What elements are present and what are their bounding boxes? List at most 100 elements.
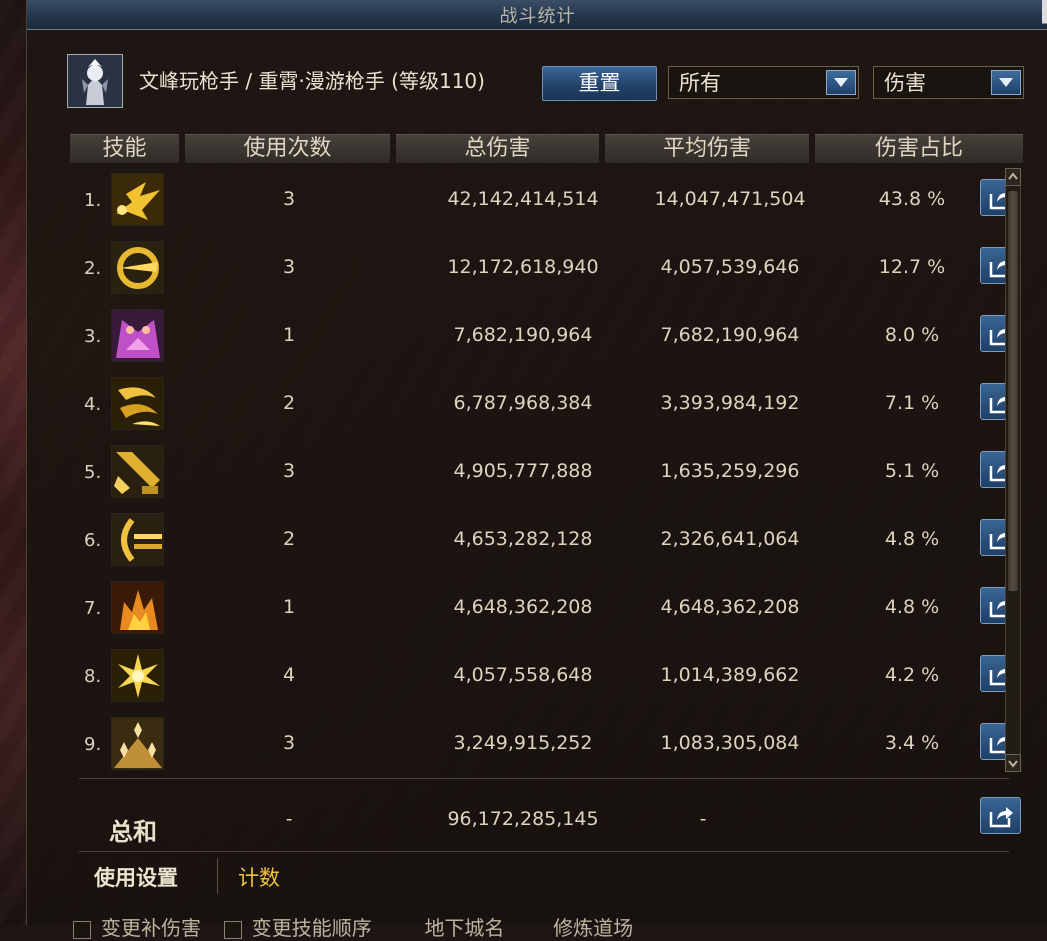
tab-use-settings[interactable]: 使用设置 bbox=[94, 862, 178, 892]
option-label[interactable]: 变更补伤害 bbox=[101, 916, 201, 940]
damage-share: 4.8 % bbox=[884, 528, 940, 550]
damage-share: 12.7 % bbox=[878, 256, 946, 278]
use-count: 1 bbox=[282, 596, 296, 618]
damage-share: 8.0 % bbox=[884, 324, 940, 346]
table-row: 6. 2 4,653,282,128 2,326,641,064 4.8 % bbox=[70, 506, 1021, 574]
reset-button[interactable]: 重置 bbox=[542, 66, 657, 101]
character-avatar bbox=[67, 54, 123, 108]
skill-burst-icon bbox=[111, 173, 164, 226]
average-damage: 4,648,362,208 bbox=[660, 596, 800, 618]
tab-separator bbox=[217, 858, 218, 894]
skill-whirl-icon bbox=[111, 377, 164, 430]
total-damage: 4,057,558,648 bbox=[453, 664, 593, 686]
skill-mine-icon bbox=[111, 717, 164, 770]
title-bar[interactable]: 战斗统计 ▐ bbox=[27, 0, 1047, 30]
option-label[interactable]: 修炼道场 bbox=[553, 916, 633, 940]
summary-share-button[interactable] bbox=[980, 797, 1021, 834]
table-row: 2. 3 12,172,618,940 4,057,539,646 12.7 % bbox=[70, 234, 1021, 302]
skill-list: 1. 3 42,142,414,514 14,047,471,504 43.8 … bbox=[70, 166, 1021, 778]
skill-flash-icon bbox=[111, 649, 164, 702]
divider bbox=[79, 851, 1009, 852]
average-damage: 14,047,471,504 bbox=[654, 188, 806, 210]
summary-count: - bbox=[285, 808, 293, 830]
option-checkbox[interactable] bbox=[223, 920, 242, 939]
table-row: 8. 4 4,057,558,648 1,014,389,662 4.2 % bbox=[70, 642, 1021, 710]
damage-share: 43.8 % bbox=[878, 188, 946, 210]
row-rank: 4. bbox=[84, 394, 102, 415]
chevron-down-icon[interactable] bbox=[826, 70, 856, 95]
option-label[interactable]: 变更技能顺序 bbox=[252, 916, 372, 940]
scroll-down-button[interactable] bbox=[1005, 754, 1021, 772]
share-icon bbox=[989, 807, 1013, 828]
bottom-options: 变更补伤害 变更技能顺序 地下城名 修炼道场 bbox=[73, 912, 633, 941]
table-row: 7. 1 4,648,362,208 4,648,362,208 4.8 % bbox=[70, 574, 1021, 642]
total-damage: 3,249,915,252 bbox=[453, 732, 593, 754]
scroll-thumb[interactable] bbox=[1008, 191, 1018, 591]
table-row: 4. 2 6,787,968,384 3,393,984,192 7.1 % bbox=[70, 370, 1021, 438]
metric-select-value: 伤害 bbox=[884, 71, 926, 95]
column-header-share[interactable]: 伤害占比 bbox=[815, 134, 1023, 163]
use-count: 3 bbox=[282, 460, 296, 482]
row-rank: 6. bbox=[84, 530, 102, 551]
column-header-skill[interactable]: 技能 bbox=[70, 134, 179, 163]
total-damage: 42,142,414,514 bbox=[447, 188, 599, 210]
filter-select[interactable]: 所有 bbox=[668, 66, 859, 99]
skill-spin-icon bbox=[111, 241, 164, 294]
scroll-up-button[interactable] bbox=[1005, 168, 1021, 186]
use-count: 2 bbox=[282, 392, 296, 414]
row-rank: 3. bbox=[84, 326, 102, 347]
table-row: 9. 3 3,249,915,252 1,083,305,084 3.4 % bbox=[70, 710, 1021, 778]
total-damage: 4,905,777,888 bbox=[453, 460, 593, 482]
total-damage: 4,653,282,128 bbox=[453, 528, 593, 550]
average-damage: 4,057,539,646 bbox=[660, 256, 800, 278]
skill-flame-icon bbox=[111, 581, 164, 634]
column-header-count[interactable]: 使用次数 bbox=[185, 134, 390, 163]
table-row: 3. 1 7,682,190,964 7,682,190,964 8.0 % bbox=[70, 302, 1021, 370]
column-header-average[interactable]: 平均伤害 bbox=[605, 134, 809, 163]
use-count: 3 bbox=[282, 732, 296, 754]
filter-select-value: 所有 bbox=[679, 71, 721, 95]
close-icon[interactable]: ▐ bbox=[1032, 0, 1047, 24]
combat-stats-window: 战斗统计 ▐ 文峰玩枪手 / 重霄·漫游枪手 (等级110) 重置 所有 伤害 … bbox=[26, 0, 1047, 940]
row-rank: 9. bbox=[84, 734, 102, 755]
divider bbox=[79, 778, 1009, 779]
option-label[interactable]: 地下城名 bbox=[424, 916, 504, 940]
use-count: 1 bbox=[282, 324, 296, 346]
row-rank: 5. bbox=[84, 462, 102, 483]
character-name: 文峰玩枪手 / 重霄·漫游枪手 (等级110) bbox=[139, 69, 485, 93]
damage-share: 4.2 % bbox=[884, 664, 940, 686]
total-damage: 4,648,362,208 bbox=[453, 596, 593, 618]
chevron-down-icon[interactable] bbox=[991, 70, 1021, 95]
table-row: 1. 3 42,142,414,514 14,047,471,504 43.8 … bbox=[70, 166, 1021, 234]
summary-label: 总和 bbox=[109, 818, 157, 846]
average-damage: 1,014,389,662 bbox=[660, 664, 800, 686]
option-checkbox[interactable] bbox=[73, 920, 91, 939]
scrollbar[interactable] bbox=[1005, 168, 1021, 772]
table-header: 技能 使用次数 总伤害 平均伤害 伤害占比 bbox=[70, 134, 1023, 163]
use-count: 3 bbox=[282, 188, 296, 210]
average-damage: 7,682,190,964 bbox=[660, 324, 800, 346]
total-damage: 12,172,618,940 bbox=[447, 256, 599, 278]
damage-share: 7.1 % bbox=[884, 392, 940, 414]
use-count: 2 bbox=[282, 528, 296, 550]
damage-share: 4.8 % bbox=[884, 596, 940, 618]
summary-average: - bbox=[699, 808, 707, 830]
tab-count[interactable]: 计数 bbox=[238, 862, 280, 892]
metric-select[interactable]: 伤害 bbox=[873, 66, 1024, 99]
average-damage: 3,393,984,192 bbox=[660, 392, 800, 414]
average-damage: 2,326,641,064 bbox=[660, 528, 800, 550]
damage-share: 3.4 % bbox=[884, 732, 940, 754]
skill-shot-icon bbox=[111, 513, 164, 566]
table-row: 5. 3 4,905,777,888 1,635,259,296 5.1 % bbox=[70, 438, 1021, 506]
average-damage: 1,635,259,296 bbox=[660, 460, 800, 482]
average-damage: 1,083,305,084 bbox=[660, 732, 800, 754]
column-header-total[interactable]: 总伤害 bbox=[396, 134, 599, 163]
row-rank: 1. bbox=[84, 190, 102, 211]
skill-cannon-icon bbox=[111, 445, 164, 498]
row-rank: 7. bbox=[84, 598, 102, 619]
use-count: 3 bbox=[282, 256, 296, 278]
damage-share: 5.1 % bbox=[884, 460, 940, 482]
use-count: 4 bbox=[282, 664, 296, 686]
row-rank: 2. bbox=[84, 258, 102, 279]
skill-awaken-icon bbox=[111, 309, 164, 362]
